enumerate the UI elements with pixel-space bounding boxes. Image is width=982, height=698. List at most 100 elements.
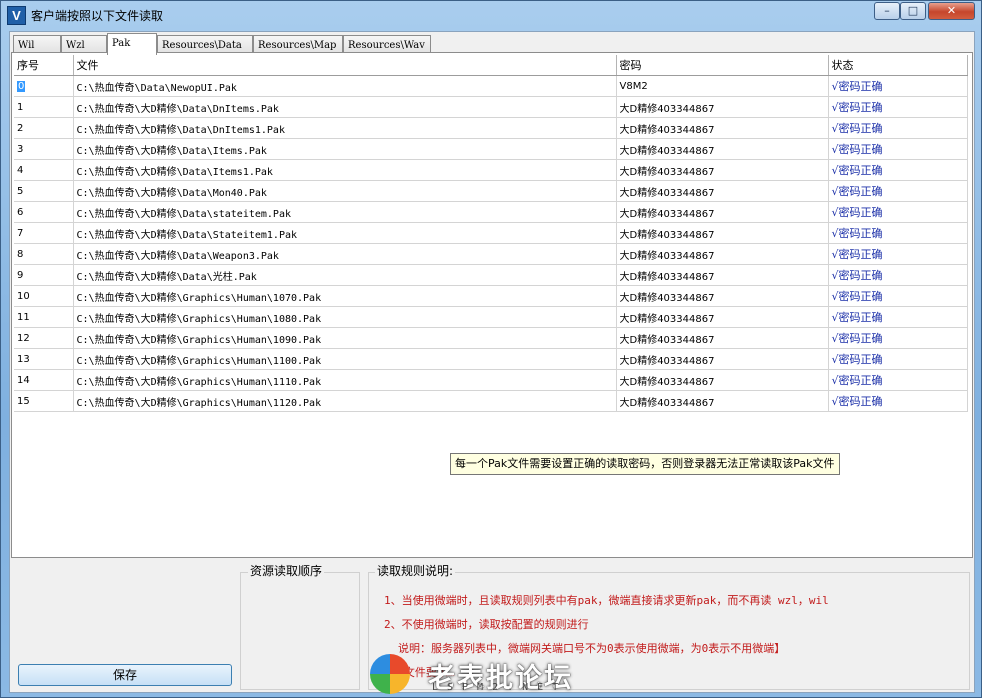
row-index[interactable]: 0 — [14, 75, 74, 97]
table-row[interactable]: 1 C:\热血传奇\大D精修\Data\DnItems.Pak 大D精修403344… — [14, 96, 968, 118]
tab-wzl[interactable]: Wzl — [61, 35, 107, 53]
row-status[interactable]: √密码正确 — [828, 75, 968, 97]
close-button[interactable]: ✕ — [928, 2, 975, 20]
tab-resources-map[interactable]: Resources\Map — [253, 35, 343, 53]
row-password[interactable]: 大D精修403344867 — [616, 117, 829, 139]
column-header-index[interactable]: 序号 — [14, 55, 74, 76]
table-row[interactable]: 4 C:\热血传奇\大D精修\Data\Items1.Pak 大D精修4033448… — [14, 159, 968, 181]
row-password[interactable]: 大D精修403344867 — [616, 264, 829, 286]
table-row[interactable]: 13 C:\热血传奇\大D精修\Graphics\Human\1100.Pak 大D… — [14, 348, 968, 370]
row-file-path[interactable]: C:\热血传奇\大D精修\Graphics\Human\1110.Pak — [73, 369, 617, 391]
row-index-text: 6 — [17, 206, 24, 218]
table-row[interactable]: 2 C:\热血传奇\大D精修\Data\DnItems1.Pak 大D精修40334… — [14, 117, 968, 139]
row-status[interactable]: √密码正确 — [828, 285, 968, 307]
table-row[interactable]: 9 C:\热血传奇\大D精修\Data\光柱.Pak 大D精修403344867 √密… — [14, 264, 968, 286]
row-file-path[interactable]: C:\热血传奇\大D精修\Graphics\Human\1080.Pak — [73, 306, 617, 328]
row-status[interactable]: √密码正确 — [828, 138, 968, 160]
table-row[interactable]: 15 C:\热血传奇\大D精修\Graphics\Human\1120.Pak 大D… — [14, 390, 968, 412]
row-status[interactable]: √密码正确 — [828, 390, 968, 412]
row-index[interactable]: 6 — [14, 201, 74, 223]
row-password[interactable]: 大D精修403344867 — [616, 159, 829, 181]
row-file-path[interactable]: C:\热血传奇\大D精修\Graphics\Human\1120.Pak — [73, 390, 617, 412]
row-index-text: 0 — [17, 80, 26, 92]
row-file-path[interactable]: C:\热血传奇\大D精修\Data\Mon40.Pak — [73, 180, 617, 202]
tab-resources-wav[interactable]: Resources\Wav — [343, 35, 431, 53]
row-index[interactable]: 5 — [14, 180, 74, 202]
row-status[interactable]: √密码正确 — [828, 96, 968, 118]
row-index[interactable]: 15 — [14, 390, 74, 412]
row-password[interactable]: 大D精修403344867 — [616, 96, 829, 118]
resource-order-box[interactable] — [240, 572, 360, 690]
table-row[interactable]: 12 C:\热血传奇\大D精修\Graphics\Human\1090.Pak 大D… — [14, 327, 968, 349]
pak-tab-panel: 序号 文件 密码 状态 0 C:\热血传奇\Data\NewopUI.Pak V8M… — [11, 52, 973, 558]
row-password[interactable]: 大D精修403344867 — [616, 348, 829, 370]
row-index[interactable]: 3 — [14, 138, 74, 160]
row-status[interactable]: √密码正确 — [828, 159, 968, 181]
table-row[interactable]: 11 C:\热血传奇\大D精修\Graphics\Human\1080.Pak 大D… — [14, 306, 968, 328]
maximize-button[interactable]: □ — [900, 2, 926, 20]
column-header-password[interactable]: 密码 — [616, 55, 829, 76]
row-file-path[interactable]: C:\热血传奇\大D精修\Data\Items.Pak — [73, 138, 617, 160]
row-file-path[interactable]: C:\热血传奇\大D精修\Data\Items1.Pak — [73, 159, 617, 181]
row-status[interactable]: √密码正确 — [828, 180, 968, 202]
row-file-path[interactable]: C:\热血传奇\大D精修\Data\Weapon3.Pak — [73, 243, 617, 265]
tab-pak[interactable]: Pak — [107, 33, 157, 55]
title-bar[interactable]: V 客户端按照以下文件读取 – □ ✕ — [1, 1, 981, 29]
row-password[interactable]: 大D精修403344867 — [616, 180, 829, 202]
row-file-path[interactable]: C:\热血传奇\大D精修\Graphics\Human\1090.Pak — [73, 327, 617, 349]
minimize-button[interactable]: – — [874, 2, 900, 20]
row-index[interactable]: 4 — [14, 159, 74, 181]
table-row[interactable]: 7 C:\热血传奇\大D精修\Data\Stateitem1.Pak 大D精修403… — [14, 222, 968, 244]
row-index[interactable]: 1 — [14, 96, 74, 118]
row-password[interactable]: 大D精修403344867 — [616, 201, 829, 223]
table-row[interactable]: 8 C:\热血传奇\大D精修\Data\Weapon3.Pak 大D精修403344… — [14, 243, 968, 265]
row-index[interactable]: 14 — [14, 369, 74, 391]
table-row[interactable]: 14 C:\热血传奇\大D精修\Graphics\Human\1110.Pak 大D… — [14, 369, 968, 391]
row-password[interactable]: 大D精修403344867 — [616, 306, 829, 328]
row-file-path[interactable]: C:\热血传奇\大D精修\Data\光柱.Pak — [73, 264, 617, 286]
table-row[interactable]: 3 C:\热血传奇\大D精修\Data\Items.Pak 大D精修40334486… — [14, 138, 968, 160]
row-password[interactable]: V8M2 — [616, 75, 829, 97]
row-status[interactable]: √密码正确 — [828, 222, 968, 244]
row-status[interactable]: √密码正确 — [828, 201, 968, 223]
row-status[interactable]: √密码正确 — [828, 264, 968, 286]
row-status[interactable]: √密码正确 — [828, 348, 968, 370]
column-header-status[interactable]: 状态 — [828, 55, 968, 76]
row-index[interactable]: 12 — [14, 327, 74, 349]
row-status[interactable]: √密码正确 — [828, 243, 968, 265]
row-file-path[interactable]: C:\热血传奇\大D精修\Data\stateitem.Pak — [73, 201, 617, 223]
table-row[interactable]: 10 C:\热血传奇\大D精修\Graphics\Human\1070.Pak 大D… — [14, 285, 968, 307]
row-password[interactable]: 大D精修403344867 — [616, 243, 829, 265]
watermark-logo-icon — [370, 654, 410, 694]
row-index[interactable]: 10 — [14, 285, 74, 307]
row-file-path[interactable]: C:\热血传奇\大D精修\Graphics\Human\1070.Pak — [73, 285, 617, 307]
row-index[interactable]: 13 — [14, 348, 74, 370]
row-status[interactable]: √密码正确 — [828, 306, 968, 328]
row-file-path[interactable]: C:\热血传奇\大D精修\Data\Stateitem1.Pak — [73, 222, 617, 244]
row-file-path[interactable]: C:\热血传奇\大D精修\Graphics\Human\1100.Pak — [73, 348, 617, 370]
row-file-path[interactable]: C:\热血传奇\大D精修\Data\DnItems1.Pak — [73, 117, 617, 139]
row-password[interactable]: 大D精修403344867 — [616, 327, 829, 349]
row-index[interactable]: 9 — [14, 264, 74, 286]
row-password[interactable]: 大D精修403344867 — [616, 222, 829, 244]
row-file-path[interactable]: C:\热血传奇\大D精修\Data\DnItems.Pak — [73, 96, 617, 118]
tab-wil[interactable]: Wil — [13, 35, 61, 53]
table-row[interactable]: 6 C:\热血传奇\大D精修\Data\stateitem.Pak 大D精修4033… — [14, 201, 968, 223]
row-index[interactable]: 8 — [14, 243, 74, 265]
row-index[interactable]: 11 — [14, 306, 74, 328]
row-password[interactable]: 大D精修403344867 — [616, 138, 829, 160]
row-status[interactable]: √密码正确 — [828, 117, 968, 139]
table-row[interactable]: 0 C:\热血传奇\Data\NewopUI.Pak V8M2 √密码正确 — [14, 75, 968, 97]
row-password[interactable]: 大D精修403344867 — [616, 369, 829, 391]
row-index[interactable]: 7 — [14, 222, 74, 244]
table-row[interactable]: 5 C:\热血传奇\大D精修\Data\Mon40.Pak 大D精修40334486… — [14, 180, 968, 202]
tab-resources-data[interactable]: Resources\Data — [157, 35, 253, 53]
row-index[interactable]: 2 — [14, 117, 74, 139]
row-password[interactable]: 大D精修403344867 — [616, 285, 829, 307]
row-password[interactable]: 大D精修403344867 — [616, 390, 829, 412]
save-button[interactable]: 保存 — [18, 664, 232, 686]
row-file-path[interactable]: C:\热血传奇\Data\NewopUI.Pak — [73, 75, 617, 97]
row-status[interactable]: √密码正确 — [828, 327, 968, 349]
row-status[interactable]: √密码正确 — [828, 369, 968, 391]
column-header-file[interactable]: 文件 — [73, 55, 617, 76]
